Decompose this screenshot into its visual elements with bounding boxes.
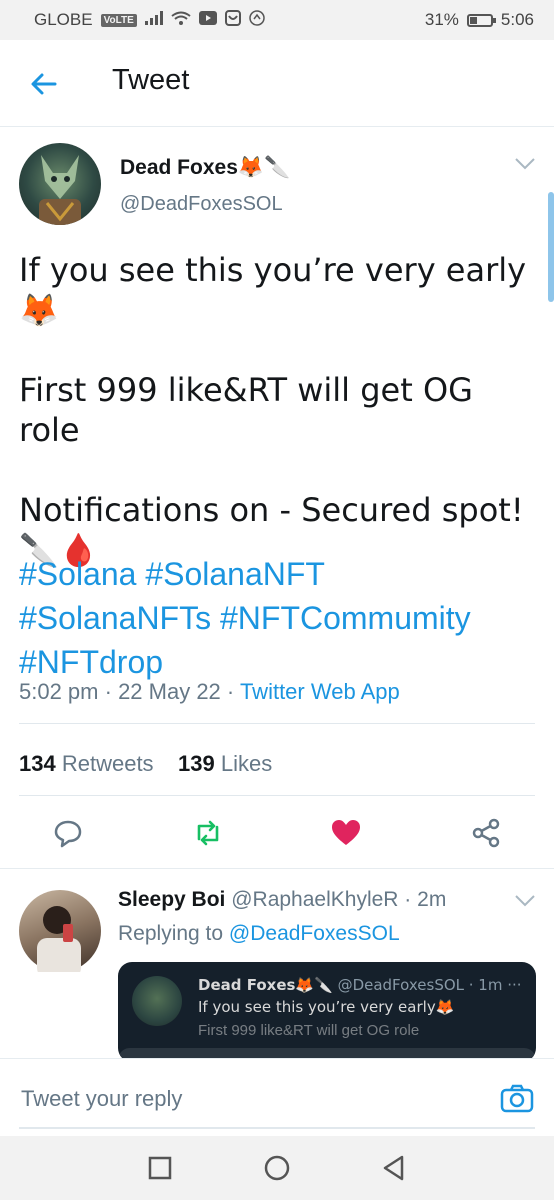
tweet-source-link[interactable]: Twitter Web App [240,679,400,704]
divider [19,723,535,724]
quote-handle-time: @DeadFoxesSOL · 1m [337,976,503,994]
reply-author-name[interactable]: Sleepy Boi [118,888,225,911]
quote-text: If you see this you’re very early🦊 [198,998,455,1016]
chevron-down-icon[interactable] [514,157,536,171]
battery-icon [466,13,496,27]
status-bar: GLOBE VoLTE 31% 5:06 [0,0,554,40]
camera-icon[interactable] [500,1083,534,1113]
back-icon[interactable] [380,1154,408,1182]
back-arrow-icon[interactable] [28,68,60,100]
divider [0,868,554,869]
tweet-meta: 5:02 pm · 22 May 22 · Twitter Web App [19,679,400,704]
input-underline [19,1127,535,1129]
likes-label: Likes [220,751,273,776]
page-title: Tweet [112,64,190,96]
youtube-icon [198,11,217,29]
reply-icon[interactable] [52,817,84,849]
likes-count: 139 [178,751,215,776]
avatar[interactable] [19,143,101,225]
carrier-label: GLOBE [34,10,93,29]
battery-percent: 31% [424,10,459,29]
retweets-stat[interactable]: 134 Retweets [19,751,154,776]
divider [19,795,535,796]
replying-label: Replying to [118,922,224,945]
reply-time: 2m [417,888,447,911]
sync-icon [249,10,265,30]
quoted-tweet-screenshot: Dead Foxes🦊🔪 @DeadFoxesSOL · 1m ··· If y… [118,962,536,1062]
author-handle[interactable]: @DeadFoxesSOL [120,193,283,216]
tweet-date: 22 May 22 [118,679,221,704]
tweet-actions [0,817,554,867]
heart-icon[interactable] [330,817,362,849]
hashtags[interactable]: #Solana #SolanaNFT #SolanaNFTs #NFTCommu… [19,552,539,684]
app-notification-icon [224,10,241,30]
retweets-count: 134 [19,751,56,776]
signal-icon [144,11,163,29]
chevron-down-icon[interactable] [514,894,536,908]
retweets-label: Retweets [61,751,154,776]
quote-text-cut: First 999 like&RT will get OG role [198,1022,420,1039]
wifi-icon [171,11,191,29]
avatar[interactable] [19,890,101,978]
reply-compose-bar [0,1058,554,1137]
share-icon[interactable] [470,817,502,849]
quote-name: Dead Foxes🦊🔪 [198,976,333,994]
author-name-text: Dead Foxes [120,156,238,179]
retweet-icon[interactable] [192,817,224,849]
reply-input[interactable] [19,1085,463,1113]
clock: 5:06 [500,10,534,29]
reply-author-handle[interactable]: @RaphaelKhyleR [231,888,398,911]
tweet-stats: 134 Retweets 139 Likes [19,751,272,777]
recents-icon[interactable] [146,1154,174,1182]
author-emojis: 🦊🔪 [237,155,291,179]
system-nav-bar [0,1136,554,1200]
scroll-indicator[interactable] [548,192,554,302]
tweet-text: If you see this you’re very early 🦊 Firs… [19,251,527,569]
quote-header: Dead Foxes🦊🔪 @DeadFoxesSOL · 1m ··· [198,976,522,994]
volte-badge: VoLTE [100,13,137,27]
replying-to-handle[interactable]: @DeadFoxesSOL [229,922,400,945]
avatar [132,976,182,1026]
more-icon: ··· [507,976,522,994]
home-icon[interactable] [263,1154,291,1182]
likes-stat[interactable]: 139 Likes [178,751,272,776]
top-app-bar: Tweet [0,40,554,127]
tweet-time: 5:02 pm [19,679,99,704]
reply-header: Sleepy Boi @RaphaelKhyleR · 2m [118,888,447,911]
replying-to: Replying to @DeadFoxesSOL [118,922,400,946]
author-name[interactable]: Dead Foxes🦊🔪 [120,155,290,180]
